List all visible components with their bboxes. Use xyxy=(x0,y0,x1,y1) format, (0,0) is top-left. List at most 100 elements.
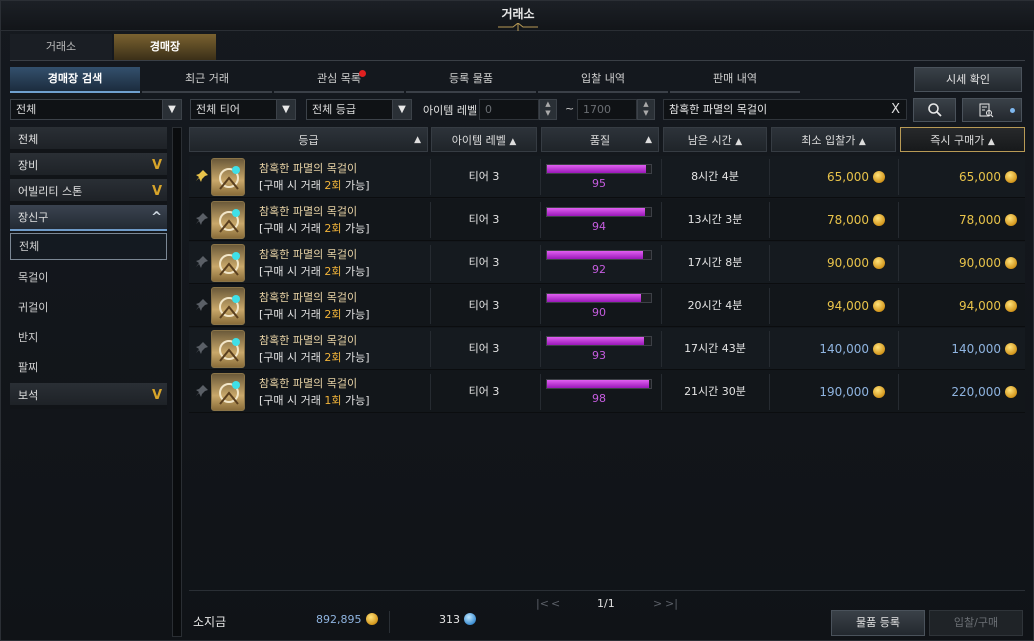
min-bid-value: 94,000 xyxy=(827,299,869,313)
pin-icon[interactable] xyxy=(195,341,209,355)
trade-count: 2회 xyxy=(324,351,342,364)
tier-select-value: 전체 티어 xyxy=(196,103,240,116)
tab-registered-items[interactable]: 등록 물품 xyxy=(406,67,536,93)
sidebar-item-ability-stone[interactable]: 어빌리티 스톤 V xyxy=(10,179,167,205)
table-row[interactable]: 참혹한 파멸의 목걸이 [구매 시 거래 2회 가능] 티어 3 92 17시간 8분 9… xyxy=(189,242,1025,284)
tab-auction-search[interactable]: 경매장 검색 xyxy=(10,67,140,93)
prev-page-icon[interactable]: < xyxy=(551,597,560,610)
column-header-item-level[interactable]: 아이템 레벨 ▲ xyxy=(431,127,537,152)
tab-auction[interactable]: 경매장 xyxy=(114,34,216,60)
search-input-value: 참혹한 파멸의 목걸이 xyxy=(669,103,768,116)
down-arrow-icon[interactable]: ▼ xyxy=(540,109,556,118)
sidebar-subitem-necklace[interactable]: 목걸이 xyxy=(10,263,167,293)
necklace-item-icon xyxy=(211,373,245,411)
sidebar-subitem-all[interactable]: 전체 xyxy=(10,233,167,260)
note-prefix: [구매 시 거래 xyxy=(259,265,325,278)
tier-select[interactable]: 전체 티어 ▼ xyxy=(190,99,296,120)
min-bid-value: 140,000 xyxy=(819,342,869,356)
level-range-separator: ~ xyxy=(565,102,575,115)
column-header-buyout[interactable]: 즉시 구매가 ▲ xyxy=(900,127,1025,152)
pin-icon[interactable] xyxy=(195,298,209,312)
title-bar: 거래소 xyxy=(1,1,1034,31)
category-select[interactable]: 전체 ▼ xyxy=(10,99,182,120)
divider xyxy=(389,611,390,633)
grade-select[interactable]: 전체 등급 ▼ xyxy=(306,99,412,120)
footer-divider xyxy=(189,590,1025,591)
sidebar-item-gem[interactable]: 보석 V xyxy=(10,383,167,409)
time-left: 20시간 4분 xyxy=(687,299,743,312)
gold-coin-icon xyxy=(873,342,885,355)
tab-watchlist[interactable]: 관심 목록 xyxy=(274,67,404,93)
pin-icon[interactable] xyxy=(195,169,209,183)
first-page-icon[interactable]: |< xyxy=(536,597,549,610)
min-bid-price: 78,000 xyxy=(771,199,885,241)
note-suffix: 가능] xyxy=(341,179,370,192)
pin-icon[interactable] xyxy=(195,212,209,226)
divider xyxy=(769,245,770,281)
up-arrow-icon[interactable]: ▲ xyxy=(540,100,556,109)
column-header-grade[interactable]: 등급 ▲ xyxy=(189,127,428,152)
level-max-stepper[interactable]: ▲ ▼ xyxy=(637,99,655,120)
divider xyxy=(540,202,541,238)
last-page-icon[interactable]: >| xyxy=(665,597,678,610)
buyout-price: 220,000 xyxy=(900,371,1017,413)
table-row[interactable]: 참혹한 파멸의 목걸이 [구매 시 거래 1회 가능] 티어 3 98 21시간 30분… xyxy=(189,371,1025,413)
level-max-input[interactable]: 1700 xyxy=(577,99,637,120)
tab-recent-trades[interactable]: 최근 거래 xyxy=(142,67,272,93)
necklace-item-icon xyxy=(211,287,245,325)
divider xyxy=(898,374,899,410)
top-tabs: 거래소 경매장 xyxy=(10,34,218,60)
sidebar-scrollbar[interactable] xyxy=(172,127,182,637)
pin-icon[interactable] xyxy=(195,384,209,398)
chevron-down-icon: V xyxy=(151,388,162,403)
table-row[interactable]: 참혹한 파멸의 목걸이 [구매 시 거래 2회 가능] 티어 3 94 13시간 3분 7… xyxy=(189,199,1025,241)
register-item-button[interactable]: 물품 등록 xyxy=(831,610,925,636)
sidebar-item-equipment[interactable]: 장비 V xyxy=(10,153,167,179)
indicator-dot-icon xyxy=(1010,108,1015,113)
sidebar-subitem-ring[interactable]: 반지 xyxy=(10,323,167,353)
sidebar-subitem-bracelet[interactable]: 팔찌 xyxy=(10,353,167,383)
divider xyxy=(661,245,662,281)
note-prefix: [구매 시 거래 xyxy=(259,308,325,321)
note-suffix: 가능] xyxy=(341,222,370,235)
tab-watchlist-label: 관심 목록 xyxy=(317,72,361,85)
tab-sales-history[interactable]: 판매 내역 xyxy=(670,67,800,93)
level-min-input[interactable]: 0 xyxy=(479,99,539,120)
gold-coin-icon xyxy=(873,256,885,269)
time-left: 13시간 3분 xyxy=(687,213,743,226)
buyout-value: 140,000 xyxy=(951,342,1001,356)
trade-limit-note: [구매 시 거래 2회 가능] xyxy=(259,263,370,279)
tab-exchange[interactable]: 거래소 xyxy=(10,34,112,60)
sidebar-item-accessories[interactable]: 장신구 ^ xyxy=(10,205,167,231)
divider xyxy=(769,374,770,410)
table-row[interactable]: 참혹한 파멸의 목걸이 [구매 시 거래 2회 가능] 티어 3 90 20시간 4분 9… xyxy=(189,285,1025,327)
next-page-icon[interactable]: > xyxy=(653,597,662,610)
table-row[interactable]: 참혹한 파멸의 목걸이 [구매 시 거래 2회 가능] 티어 3 95 8시간 4분 65… xyxy=(189,156,1025,198)
tab-bid-history[interactable]: 입찰 내역 xyxy=(538,67,668,93)
divider xyxy=(769,331,770,367)
column-header-min-bid[interactable]: 최소 입찰가 ▲ xyxy=(771,127,896,152)
search-button[interactable] xyxy=(913,98,956,122)
quality-bar xyxy=(546,379,652,389)
note-suffix: 가능] xyxy=(341,394,370,407)
divider xyxy=(430,374,431,410)
quality-value: 98 xyxy=(592,392,606,405)
search-input[interactable]: 참혹한 파멸의 목걸이 X xyxy=(663,99,907,120)
column-header-quality[interactable]: 품질 ▲ xyxy=(541,127,659,152)
bid-buy-button[interactable]: 입찰/구매 xyxy=(929,610,1023,636)
divider xyxy=(898,288,899,324)
table-row[interactable]: 참혹한 파멸의 목걸이 [구매 시 거래 2회 가능] 티어 3 93 17시간 43분… xyxy=(189,328,1025,370)
sidebar-item-all[interactable]: 전체 xyxy=(10,127,167,153)
sidebar-subitem-earring[interactable]: 귀걸이 xyxy=(10,293,167,323)
search-history-button[interactable] xyxy=(962,98,1022,122)
column-header-time-left[interactable]: 남은 시간 ▲ xyxy=(663,127,767,152)
market-price-button[interactable]: 시세 확인 xyxy=(914,67,1022,92)
pin-icon[interactable] xyxy=(195,255,209,269)
level-min-stepper[interactable]: ▲ ▼ xyxy=(539,99,557,120)
clear-icon[interactable]: X xyxy=(891,100,900,119)
divider xyxy=(661,331,662,367)
note-suffix: 가능] xyxy=(341,265,370,278)
up-arrow-icon[interactable]: ▲ xyxy=(638,100,654,109)
note-prefix: [구매 시 거래 xyxy=(259,351,325,364)
down-arrow-icon[interactable]: ▼ xyxy=(638,109,654,118)
